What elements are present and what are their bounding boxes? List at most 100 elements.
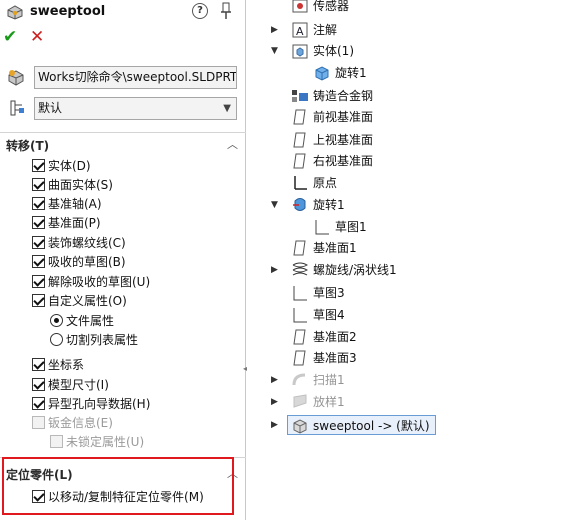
tree-label: 草图3 (313, 286, 345, 300)
tree-label: 前视基准面 (313, 110, 374, 124)
pin-icon[interactable] (218, 2, 234, 20)
tree-label: 螺旋线/涡状线1 (313, 263, 397, 277)
checkbox[interactable] (32, 378, 45, 391)
option-absorbed-sketches[interactable]: 吸收的草图(B) (32, 253, 126, 271)
solid-body-icon (315, 66, 329, 81)
checkbox[interactable] (32, 358, 45, 371)
checkbox[interactable] (32, 294, 45, 307)
file-path-field[interactable]: Works切除命令\sweeptool.SLDPRT (34, 66, 237, 89)
sketch-icon (293, 286, 307, 301)
collapse-icon[interactable]: ︿ (227, 136, 238, 152)
sketch-icon (315, 220, 329, 235)
checkbox[interactable] (32, 197, 45, 210)
tree-label: 注解 (313, 23, 338, 37)
checkbox[interactable] (32, 178, 45, 191)
collapse-arrow-icon[interactable]: ▼ (271, 41, 278, 61)
tree-label: 实体(1) (313, 44, 354, 58)
checkbox[interactable] (32, 236, 45, 249)
option-label: 模型尺寸(I) (48, 378, 109, 392)
chevron-down-icon: ▼ (223, 103, 231, 114)
option-label: 解除吸收的草图(U) (48, 275, 151, 289)
section-transfer[interactable]: 转移(T) ︿ (0, 136, 246, 154)
checkbox[interactable] (32, 275, 45, 288)
tree-label: sweeptool -> (默认) (313, 419, 430, 433)
option-coordinate-systems[interactable]: 坐标系 (32, 356, 84, 374)
tree-label: 上视基准面 (313, 133, 374, 147)
radio-cutlist-properties[interactable]: 切割列表属性 (50, 331, 138, 349)
option-label: 基准轴(A) (48, 197, 102, 211)
sensor-icon (292, 0, 308, 13)
checkbox[interactable] (32, 397, 45, 410)
tree-label: 基准面3 (313, 351, 357, 365)
checkbox (32, 416, 45, 429)
tree-label: 基准面1 (313, 241, 357, 255)
cancel-button[interactable]: ✕ (30, 28, 48, 46)
option-label: 自定义属性(O) (48, 294, 127, 308)
option-unlocked-properties: 未锁定属性(U) (50, 433, 144, 451)
option-unabsorbed-sketches[interactable]: 解除吸收的草图(U) (32, 273, 150, 291)
panel-header: sweeptool ? (0, 0, 246, 24)
radio-button[interactable] (50, 314, 63, 327)
expand-arrow-icon[interactable]: ▶ (271, 370, 278, 390)
configuration-icon (8, 99, 26, 117)
plane-icon (293, 153, 306, 169)
highlight-box (2, 457, 234, 515)
tree-label: 传感器 (313, 0, 350, 13)
option-surface-bodies[interactable]: 曲面实体(S) (32, 176, 113, 194)
plane-icon (293, 109, 306, 125)
checkbox[interactable] (32, 216, 45, 229)
option-label: 异型孔向导数据(H) (48, 397, 151, 411)
plane-icon (293, 350, 306, 366)
help-icon[interactable]: ? (192, 3, 208, 19)
expand-arrow-icon[interactable]: ▶ (271, 415, 278, 435)
option-hole-wizard-data[interactable]: 异型孔向导数据(H) (32, 395, 150, 413)
option-label: 实体(D) (48, 159, 91, 173)
checkbox[interactable] (32, 159, 45, 172)
sketch-icon (293, 308, 307, 323)
tree-label: 原点 (313, 176, 338, 190)
helix-icon (292, 262, 309, 276)
radio-file-properties[interactable]: 文件属性 (50, 312, 114, 330)
plane-icon (293, 240, 306, 256)
tree-label: 旋转1 (313, 198, 345, 212)
part-file-icon (6, 68, 26, 86)
tree-label: 草图4 (313, 308, 345, 322)
option-label: 装饰螺纹线(C) (48, 236, 126, 250)
loft-icon (293, 394, 307, 408)
option-solid-bodies[interactable]: 实体(D) (32, 157, 91, 175)
annotation-icon: A (292, 22, 308, 38)
collapse-arrow-icon[interactable]: ▼ (271, 195, 278, 215)
option-sheet-metal-info: 钣金信息(E) (32, 414, 113, 432)
option-custom-properties[interactable]: 自定义属性(O) (32, 292, 127, 310)
ok-button[interactable]: ✔ (3, 28, 21, 46)
option-label: 坐标系 (48, 358, 85, 372)
option-label: 基准面(P) (48, 216, 101, 230)
option-model-dimensions[interactable]: 模型尺寸(I) (32, 376, 109, 394)
tree-label: 草图1 (335, 220, 367, 234)
part-icon (6, 4, 24, 20)
option-planes[interactable]: 基准面(P) (32, 214, 101, 232)
radio-label: 切割列表属性 (66, 333, 139, 347)
divider (0, 132, 246, 133)
configuration-select[interactable]: 默认 ▼ (34, 97, 237, 120)
svg-text:A: A (296, 25, 304, 38)
expand-arrow-icon[interactable]: ▶ (271, 392, 278, 412)
option-label: 钣金信息(E) (48, 416, 113, 430)
file-path-value: Works切除命令\sweeptool.SLDPRT (38, 70, 237, 84)
plane-icon (293, 329, 306, 345)
section-transfer-title: 转移(T) (6, 139, 50, 153)
tree-label: 基准面2 (313, 330, 357, 344)
option-axes[interactable]: 基准轴(A) (32, 195, 102, 213)
expand-arrow-icon[interactable]: ▶ (271, 20, 278, 40)
configuration-value: 默认 (38, 101, 63, 115)
material-icon (292, 90, 308, 102)
tree-item-derived-part[interactable]: sweeptool -> (默认) (287, 415, 436, 435)
option-cosmetic-threads[interactable]: 装饰螺纹线(C) (32, 234, 126, 252)
checkbox[interactable] (32, 255, 45, 268)
tree-label: 旋转1 (335, 66, 367, 80)
expand-arrow-icon[interactable]: ▶ (271, 260, 278, 280)
plane-icon (293, 132, 306, 148)
radio-button[interactable] (50, 333, 63, 346)
option-label: 未锁定属性(U) (66, 435, 145, 449)
revolve-icon (293, 198, 306, 211)
